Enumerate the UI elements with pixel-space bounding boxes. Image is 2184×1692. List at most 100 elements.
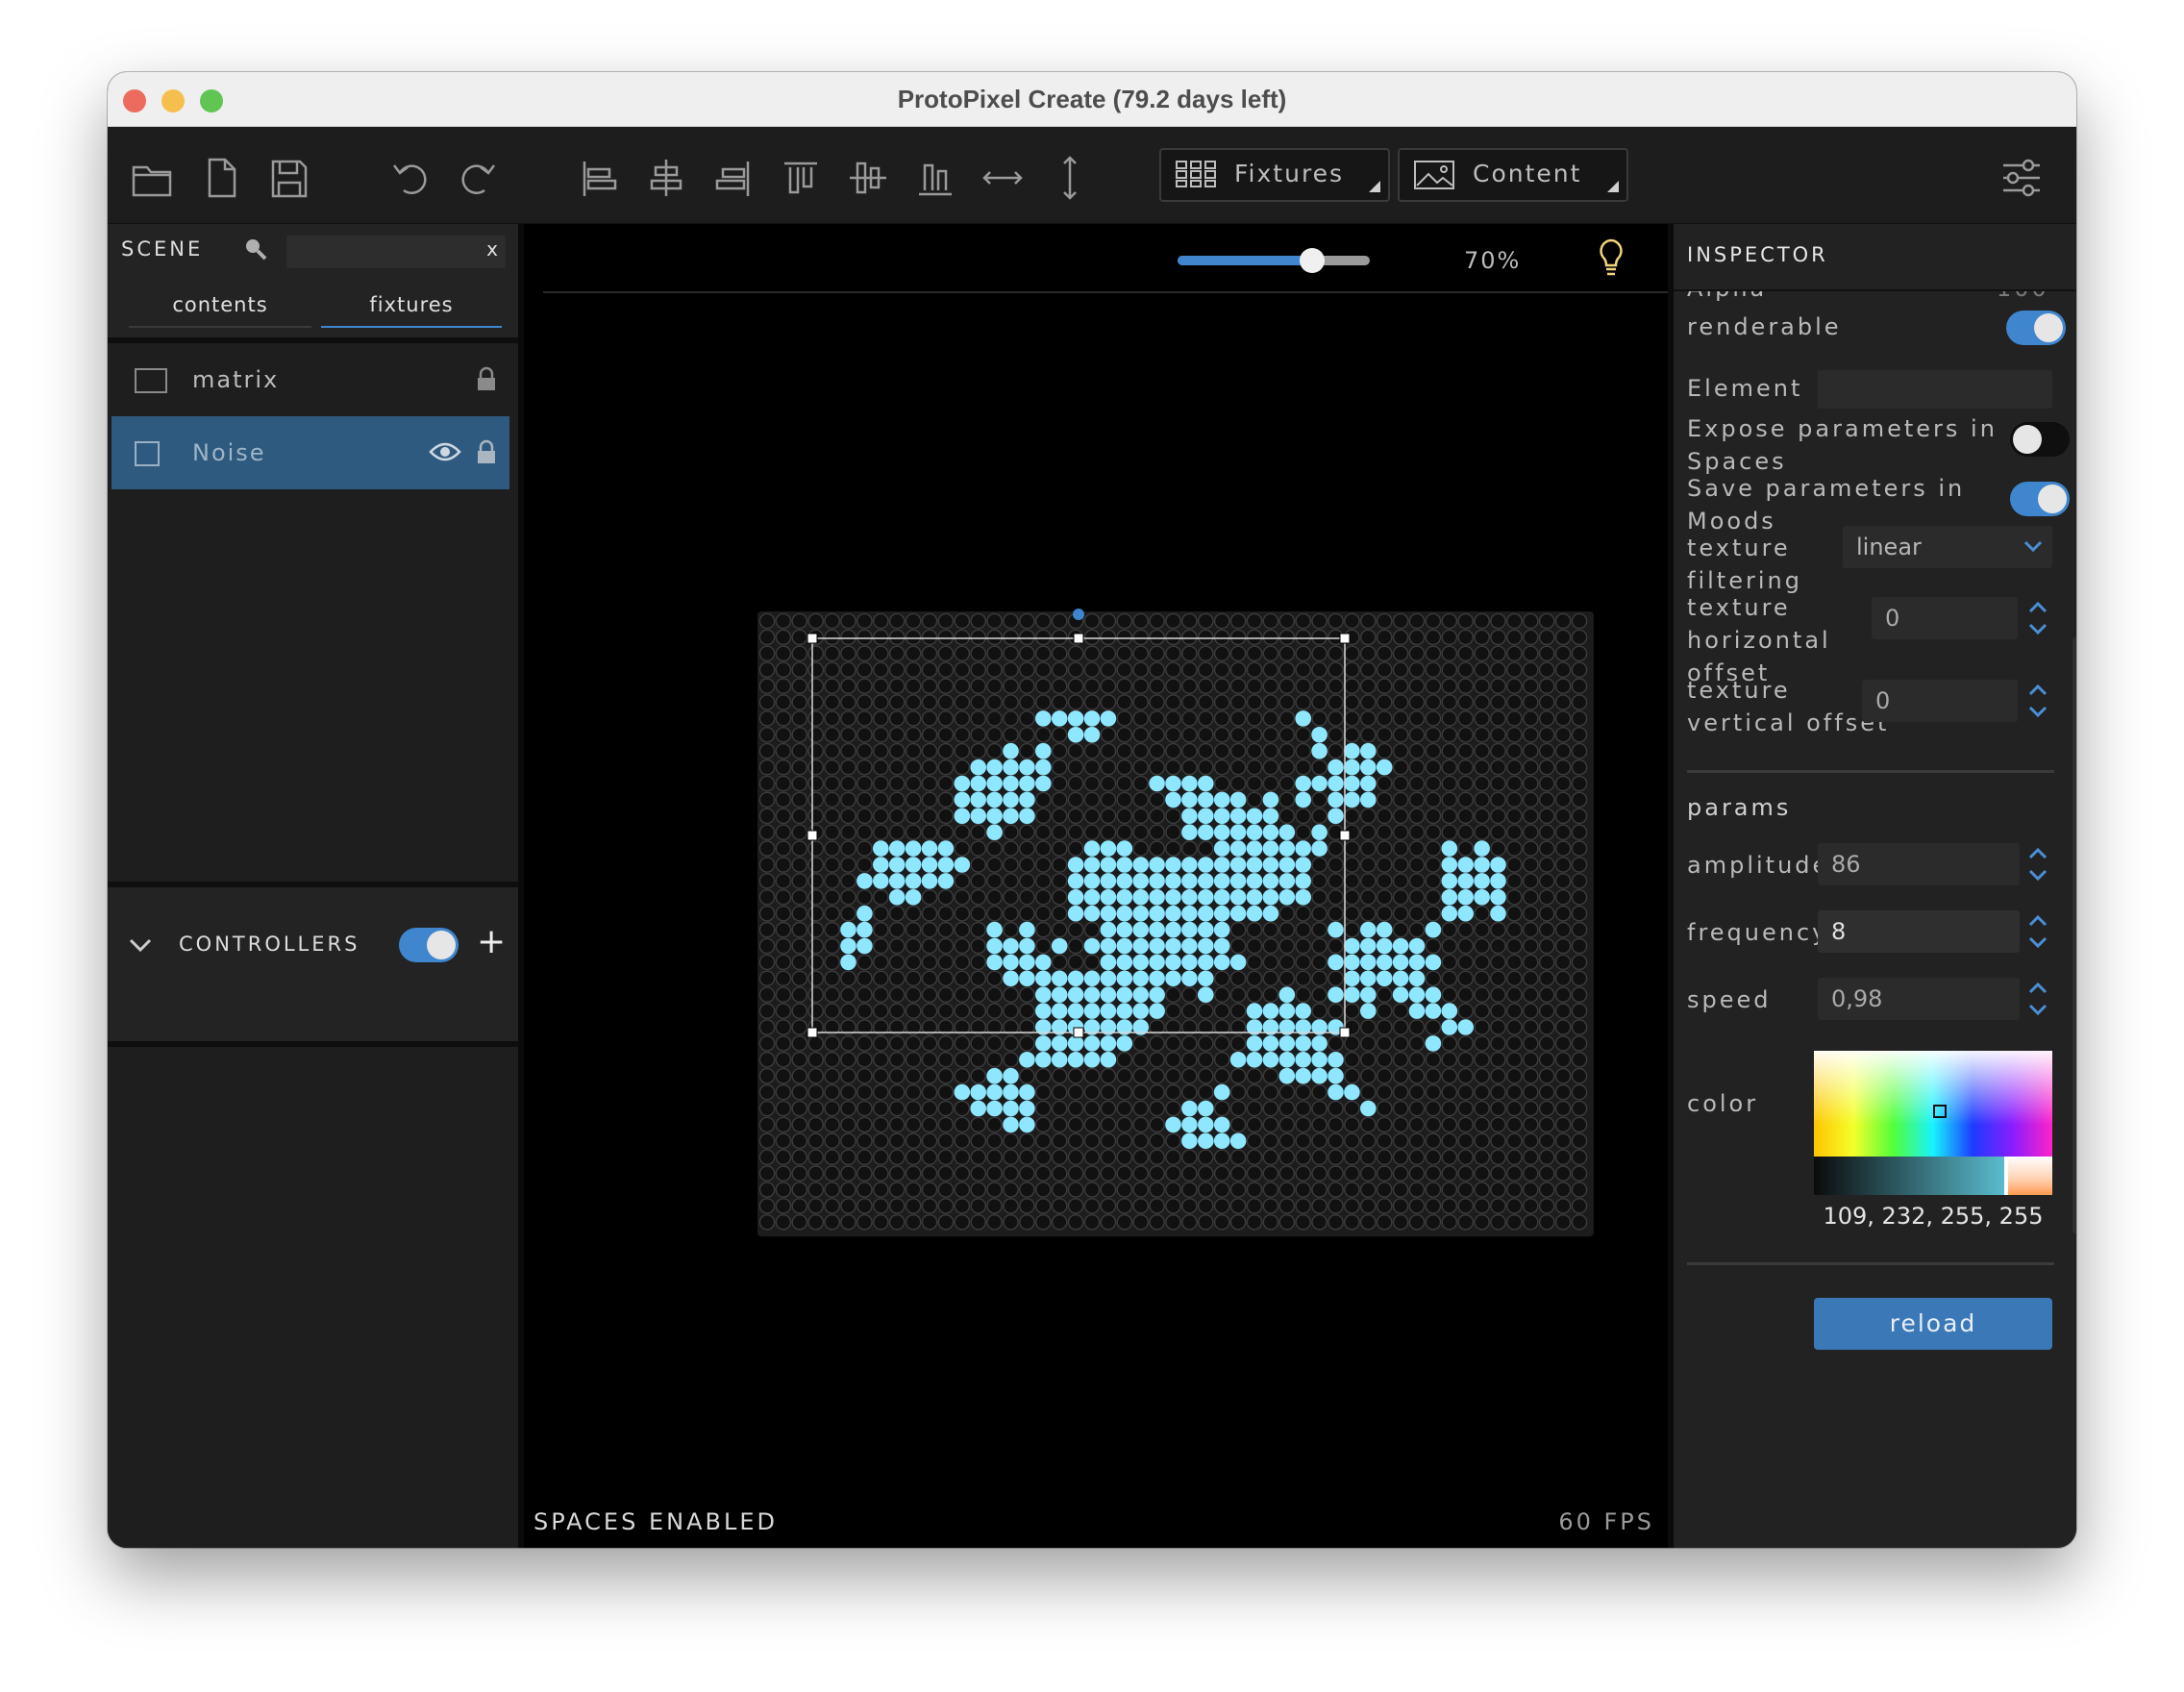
pixel-off bbox=[840, 873, 856, 889]
controllers-toggle[interactable] bbox=[399, 928, 459, 962]
list-item[interactable]: matrix bbox=[112, 343, 509, 416]
fixture-matrix[interactable] bbox=[524, 224, 1668, 1548]
vertical-offset-input[interactable]: 0 bbox=[1862, 680, 2018, 722]
pixel-off bbox=[1213, 1100, 1230, 1117]
align-right-icon[interactable] bbox=[709, 154, 757, 202]
chevron-down-icon[interactable] bbox=[129, 937, 152, 953]
lock-icon[interactable] bbox=[475, 366, 498, 393]
pixel-off bbox=[791, 824, 808, 841]
alpha-value: 100 bbox=[1997, 291, 2049, 305]
reload-button[interactable]: reload bbox=[1814, 1298, 2052, 1350]
pixel-off bbox=[824, 970, 840, 987]
pixel-off bbox=[1376, 1019, 1393, 1035]
resize-handle[interactable] bbox=[1339, 1027, 1351, 1038]
pixel-off bbox=[937, 1198, 955, 1214]
horizontal-offset-input[interactable]: 0 bbox=[1872, 597, 2018, 639]
pixel-off bbox=[1457, 921, 1475, 938]
alpha-swatch[interactable] bbox=[2008, 1157, 2052, 1195]
pixel-off bbox=[1506, 694, 1523, 710]
resize-handle[interactable] bbox=[1339, 633, 1351, 644]
color-picker-hue[interactable] bbox=[1814, 1051, 2052, 1157]
pixel-off bbox=[1571, 970, 1588, 987]
resize-handle[interactable] bbox=[1073, 633, 1084, 644]
canvas-viewport[interactable]: 70% SPACES ENABLED 60 FPS bbox=[524, 224, 1668, 1548]
tab-fixtures[interactable]: fixtures bbox=[321, 284, 502, 328]
pixel-lit bbox=[1441, 840, 1458, 857]
add-controller-button[interactable]: + bbox=[477, 922, 506, 961]
tab-contents[interactable]: contents bbox=[129, 284, 311, 328]
scene-tabs: contents fixtures bbox=[129, 284, 504, 328]
align-center-icon[interactable] bbox=[642, 154, 690, 202]
pixel-off bbox=[954, 612, 971, 630]
renderable-toggle[interactable] bbox=[2006, 311, 2066, 345]
amplitude-input[interactable]: 86 bbox=[1818, 843, 2020, 885]
speed-label: speed bbox=[1687, 986, 1772, 1013]
search-clear-button[interactable]: x bbox=[486, 237, 498, 261]
resize-handle[interactable] bbox=[807, 830, 818, 841]
save-parameters-toggle[interactable] bbox=[2010, 482, 2070, 516]
align-bottom-icon[interactable] bbox=[911, 154, 959, 202]
pixel-off bbox=[970, 873, 987, 889]
save-icon[interactable] bbox=[265, 154, 313, 202]
align-left-icon[interactable] bbox=[575, 154, 623, 202]
expose-parameters-toggle[interactable] bbox=[2010, 422, 2070, 457]
resize-handle[interactable] bbox=[807, 1027, 818, 1038]
distribute-vertical-icon[interactable] bbox=[1046, 154, 1094, 202]
pixel-lit bbox=[1083, 1035, 1101, 1052]
pixel-off bbox=[937, 1214, 955, 1231]
align-top-icon[interactable] bbox=[777, 154, 825, 202]
pixel-off bbox=[937, 645, 955, 662]
pixel-off bbox=[1441, 1149, 1458, 1166]
pixel-off bbox=[937, 727, 955, 743]
fixtures-dropdown[interactable]: Fixtures bbox=[1159, 148, 1390, 202]
scene-search-input[interactable]: x bbox=[286, 236, 506, 268]
eye-icon[interactable] bbox=[429, 441, 461, 462]
stepper-icon[interactable] bbox=[2023, 843, 2052, 885]
distribute-horizontal-icon[interactable] bbox=[979, 154, 1027, 202]
pixel-off bbox=[758, 1100, 776, 1117]
color-picker-brightness[interactable] bbox=[1814, 1157, 2052, 1195]
stepper-icon[interactable] bbox=[2023, 978, 2052, 1020]
pixel-off bbox=[1523, 1149, 1539, 1166]
new-file-icon[interactable] bbox=[198, 154, 246, 202]
item-checkbox[interactable] bbox=[135, 441, 160, 466]
settings-sliders-icon[interactable] bbox=[1998, 154, 2046, 202]
pixel-lit bbox=[1051, 1003, 1068, 1019]
element-field[interactable] bbox=[1818, 370, 2052, 409]
redo-icon[interactable] bbox=[454, 154, 502, 202]
pixel-off bbox=[1392, 857, 1409, 873]
item-checkbox[interactable] bbox=[135, 368, 167, 393]
texture-filtering-select[interactable]: linear bbox=[1843, 526, 2052, 568]
pixel-off bbox=[1376, 1116, 1393, 1133]
resize-handle[interactable] bbox=[1339, 830, 1351, 841]
open-folder-icon[interactable] bbox=[129, 154, 177, 202]
color-picker-cursor[interactable] bbox=[1933, 1105, 1947, 1118]
pixel-off bbox=[888, 954, 906, 971]
resize-handle[interactable] bbox=[1073, 1027, 1084, 1038]
pixel-lit bbox=[1229, 808, 1247, 825]
stepper-icon[interactable] bbox=[2023, 680, 2052, 722]
content-dropdown[interactable]: Content bbox=[1398, 148, 1628, 202]
pixel-off bbox=[872, 986, 889, 1004]
undo-icon[interactable] bbox=[386, 154, 434, 202]
inspector-scroll[interactable]: Alpha 100 renderable Element Expose para… bbox=[1674, 291, 2076, 1548]
pixel-off bbox=[758, 612, 776, 630]
pixel-off bbox=[1425, 889, 1442, 906]
pixel-off bbox=[1538, 661, 1555, 679]
pixel-off bbox=[840, 1149, 856, 1166]
resize-handle[interactable] bbox=[807, 633, 818, 644]
pixel-off bbox=[1392, 840, 1409, 857]
stepper-icon[interactable] bbox=[2023, 597, 2052, 639]
pixel-off bbox=[1425, 727, 1442, 743]
stepper-icon[interactable] bbox=[2023, 910, 2052, 953]
rotate-handle[interactable] bbox=[1073, 609, 1084, 620]
pixel-off bbox=[1344, 694, 1360, 710]
lock-icon[interactable] bbox=[475, 439, 498, 466]
pixel-off bbox=[775, 1003, 792, 1019]
frequency-input[interactable]: 8 bbox=[1818, 910, 2020, 953]
pixel-off bbox=[1132, 1214, 1150, 1231]
align-middle-icon[interactable] bbox=[844, 154, 892, 202]
list-item-selected[interactable]: Noise bbox=[112, 416, 509, 489]
speed-input[interactable]: 0,98 bbox=[1818, 978, 2020, 1020]
inspector-scrollbar[interactable] bbox=[2072, 637, 2076, 1233]
